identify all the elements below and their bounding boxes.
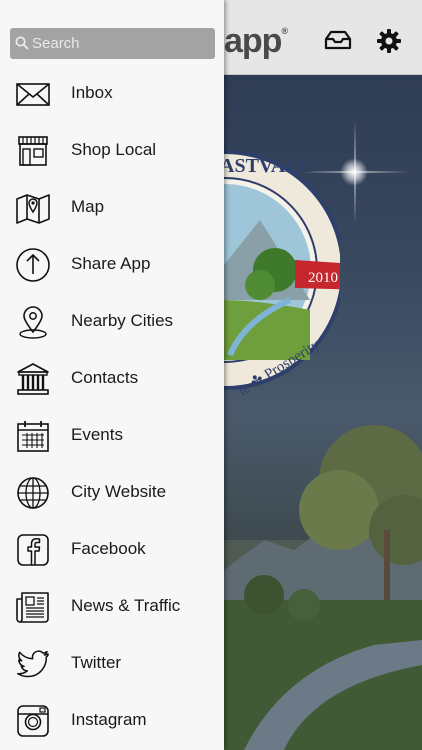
menu-item-label: Map	[71, 197, 105, 216]
inbox-tray-icon[interactable]	[324, 30, 352, 50]
menu-item-nearby-cities[interactable]: Nearby Cities	[0, 294, 224, 351]
side-menu-drawer: Search Inbox Shop Local Map Share App Ne…	[0, 0, 224, 750]
menu-item-facebook[interactable]: Facebook	[0, 522, 224, 579]
menu-item-label: Instagram	[71, 710, 147, 729]
gear-icon[interactable]	[376, 28, 402, 54]
menu-item-events[interactable]: Events	[0, 408, 224, 465]
menu-item-label: Shop Local	[71, 140, 157, 159]
envelope-icon	[15, 76, 51, 112]
building-icon	[15, 361, 51, 397]
search-input[interactable]: Search	[10, 28, 215, 59]
menu-item-news-traffic[interactable]: News & Traffic	[0, 579, 224, 636]
landscape-photo	[224, 425, 422, 750]
menu-item-label: Nearby Cities	[71, 311, 174, 330]
menu-item-shop-local[interactable]: Shop Local	[0, 123, 224, 180]
newspaper-icon	[15, 589, 51, 625]
menu-item-label: Events	[71, 425, 123, 444]
menu-item-instagram[interactable]: Instagram	[0, 693, 224, 750]
storefront-icon	[15, 133, 51, 169]
menu-item-inbox[interactable]: Inbox	[0, 66, 224, 123]
seal-city-name: ASTVALE	[220, 155, 312, 177]
calendar-icon	[15, 418, 51, 454]
search-icon	[15, 36, 29, 50]
twitter-icon	[15, 646, 51, 682]
share-icon	[15, 247, 51, 283]
menu-item-label: City Website	[71, 482, 167, 501]
menu-item-label: Contacts	[71, 368, 139, 387]
facebook-icon	[15, 532, 51, 568]
menu-item-city-website[interactable]: City Website	[0, 465, 224, 522]
menu-item-twitter[interactable]: Twitter	[0, 636, 224, 693]
menu-item-label: Inbox	[71, 83, 113, 102]
menu-item-label: Twitter	[71, 653, 122, 672]
instagram-icon	[15, 703, 51, 739]
menu-item-label: Facebook	[71, 539, 146, 558]
menu-item-label: Share App	[71, 254, 151, 273]
menu-item-share-app[interactable]: Share App	[0, 237, 224, 294]
app-brand-logo: app®	[224, 22, 288, 60]
menu-item-label: News & Traffic	[71, 596, 181, 615]
menu-item-map[interactable]: Map	[0, 180, 224, 237]
seal-year-text: 2010	[308, 270, 338, 286]
location-pin-icon	[15, 304, 51, 340]
menu-item-contacts[interactable]: Contacts	[0, 351, 224, 408]
map-icon	[15, 190, 51, 226]
search-placeholder: Search	[32, 35, 80, 52]
globe-icon	[15, 475, 51, 511]
